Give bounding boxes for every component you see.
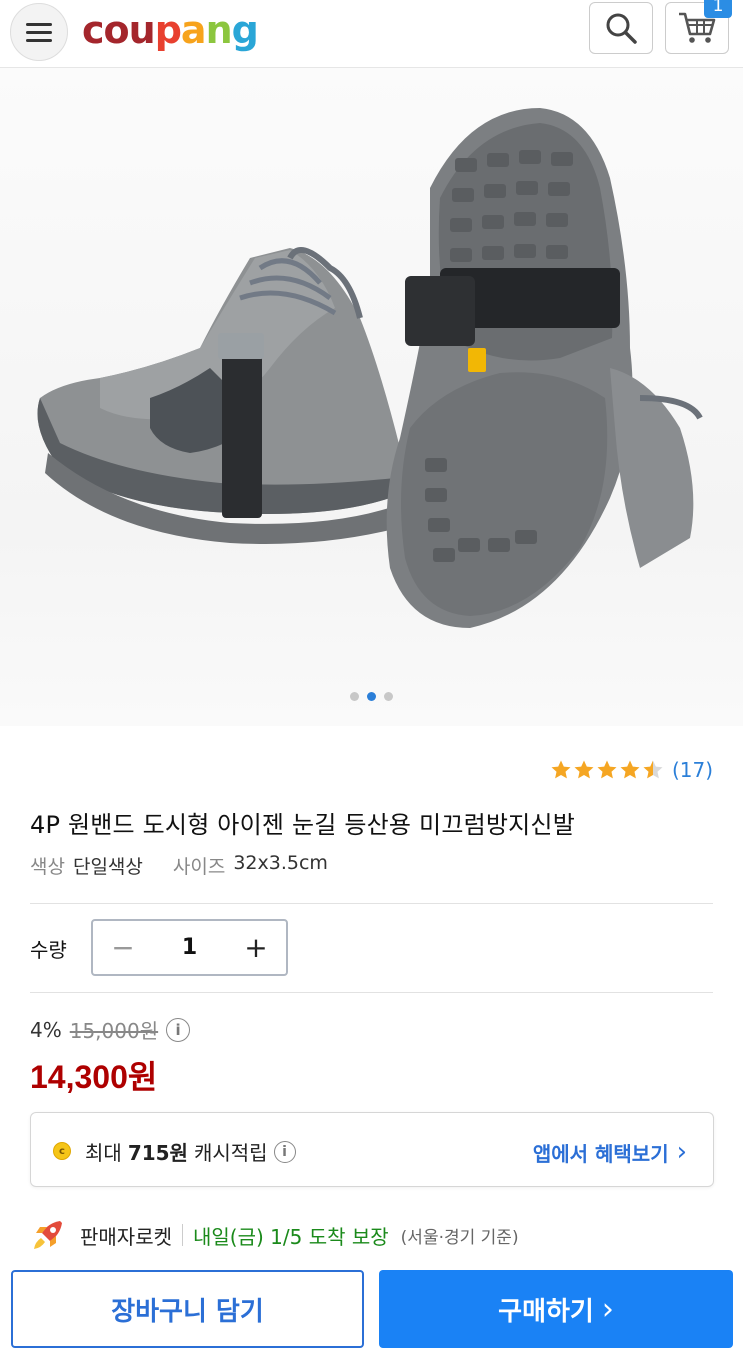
delivery-info: 판매자로켓 내일(금) 1/5 도착 보장 (서울·경기 기준) (30, 1216, 519, 1254)
app-benefit-label: 앱에서 혜택보기 (532, 1141, 669, 1166)
hamburger-menu-button[interactable] (10, 3, 68, 61)
left-boot (37, 247, 400, 544)
star-icon (574, 760, 594, 779)
gallery-pagination-dots (0, 692, 743, 706)
cart-count-badge: 1 (704, 0, 732, 18)
quantity-decrease-button[interactable]: − (111, 931, 135, 964)
logo-letter: g (231, 8, 259, 52)
arrival-guarantee: 내일(금) 1/5 도착 보장 (193, 1224, 389, 1249)
logo-letter: o (103, 8, 130, 52)
delivery-region-note: (서울·경기 기준) (400, 1227, 519, 1248)
original-price: 15,000원 (69, 1019, 159, 1043)
divider (30, 903, 713, 904)
cashback-suffix: 캐시적립 (193, 1141, 268, 1165)
separator (182, 1224, 183, 1246)
cashback-banner[interactable]: c 최대 715원 캐시적립 i 앱에서 혜택보기 › (30, 1112, 714, 1187)
add-to-cart-label: 장바구니 담기 (111, 1296, 264, 1327)
app-benefit-link[interactable]: 앱에서 혜택보기 › (533, 1137, 687, 1167)
discount-row: 4% 15,000원 i (30, 1015, 191, 1044)
discount-rate: 4% (30, 1017, 62, 1042)
seller-rocket-label: 판매자로켓 (80, 1224, 172, 1249)
quantity-increase-button[interactable]: + (244, 931, 268, 964)
hamburger-icon-bar (26, 22, 52, 26)
logo-letter: u (128, 8, 156, 52)
cashback-info-icon[interactable]: i (273, 1140, 296, 1163)
hamburger-icon-bar (26, 30, 52, 34)
top-header: coupang 1 (0, 0, 743, 68)
quantity-stepper: − 1 + (91, 919, 288, 976)
color-label: 색상 (30, 856, 65, 878)
search-icon (606, 13, 637, 44)
chevron-right-icon: › (601, 1291, 614, 1327)
color-value: 단일색상 (72, 856, 143, 878)
coupang-logo[interactable]: coupang (82, 6, 259, 54)
star-icon (643, 760, 663, 779)
star-icon (620, 760, 640, 779)
chevron-right-icon: › (676, 1137, 687, 1167)
option-spacer (151, 852, 165, 879)
right-boot (386, 108, 703, 628)
star-icon (551, 760, 571, 779)
product-title: 4P 원밴드 도시형 아이젠 눈길 등산용 미끄럼방지신발 (30, 811, 575, 839)
product-photo-boots-with-crampons (37, 108, 703, 628)
product-options: 색상 단일색상 사이즈 32x3.5cm (30, 852, 328, 879)
quantity-value[interactable]: 1 (182, 935, 197, 960)
add-to-cart-button[interactable]: 장바구니 담기 (11, 1270, 364, 1348)
sale-price: 14,300원 (30, 1059, 158, 1095)
buy-now-label: 구매하기 (498, 1296, 594, 1327)
star-rating (550, 759, 664, 781)
divider (30, 992, 713, 993)
price-info-icon[interactable]: i (166, 1017, 191, 1042)
star-icon (597, 760, 617, 779)
coin-icon: c (53, 1142, 71, 1160)
rating-summary[interactable]: (17) (550, 756, 713, 784)
logo-letter: n (205, 8, 233, 52)
logo-letter: p (154, 8, 182, 52)
hamburger-icon-bar (26, 38, 52, 42)
cashback-prefix: 최대 (85, 1141, 122, 1165)
size-label: 사이즈 (172, 856, 226, 878)
logo-letter: a (180, 8, 207, 52)
review-count[interactable]: (17) (672, 758, 713, 782)
gallery-dot[interactable] (350, 692, 359, 701)
cashback-text: 최대 715원 캐시적립 i (85, 1137, 296, 1166)
gallery-dot[interactable] (384, 692, 393, 701)
gallery-dot[interactable] (367, 692, 376, 701)
quantity-label: 수량 (30, 938, 67, 962)
search-button[interactable] (589, 2, 653, 54)
rocket-icon (34, 1221, 62, 1249)
product-image[interactable] (0, 68, 743, 726)
logo-letter: c (82, 8, 105, 52)
buy-now-button[interactable]: 구매하기 › (379, 1270, 733, 1348)
size-value: 32x3.5cm (233, 852, 328, 874)
cashback-amount: 715원 (127, 1141, 188, 1165)
